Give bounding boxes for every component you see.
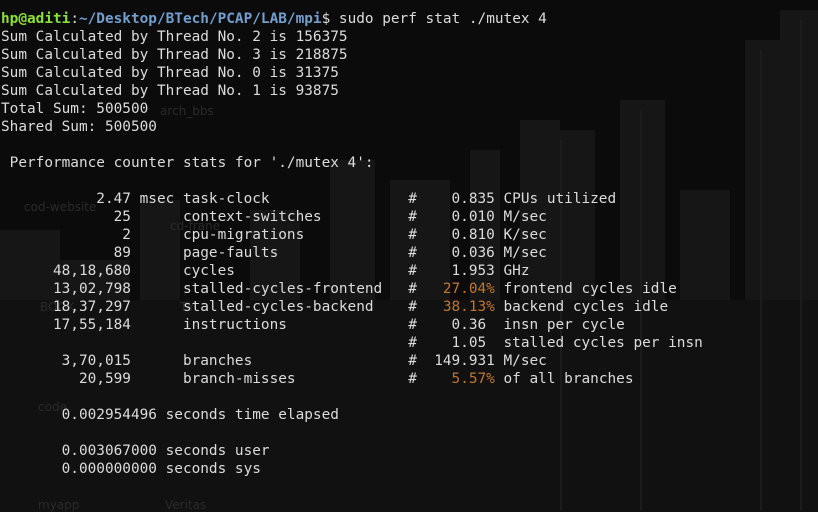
- stat-percent: 38.13%: [442, 299, 495, 315]
- time-user-line: 0.003067000 seconds user: [1, 443, 270, 459]
- perf-stat-line: 48,18,680 cycles # 1.953 GHz: [1, 262, 530, 280]
- prompt-separator: :: [70, 11, 79, 27]
- perf-stat-line: 2 cpu-migrations # 0.810 K/sec: [1, 226, 547, 244]
- perf-stat-line: 25 context-switches # 0.010 M/sec: [1, 208, 547, 226]
- prompt-symbol: $: [321, 11, 331, 27]
- stat-text: 2.47 msec task-clock # 0.835 CPUs utiliz…: [1, 191, 617, 207]
- time-elapsed-line: 0.002954496 seconds time elapsed: [1, 407, 339, 423]
- thread-sum-line: Sum Calculated by Thread No. 1 is 93875: [1, 83, 339, 99]
- perf-stat-line: 2.47 msec task-clock # 0.835 CPUs utiliz…: [1, 190, 616, 208]
- perf-header-line: Performance counter stats for './mutex 4…: [1, 155, 374, 171]
- stat-percent: 27.04%: [442, 281, 495, 297]
- command-text: sudo perf stat ./mutex 4: [330, 11, 547, 27]
- stat-text: 2 cpu-migrations # 0.810 K/sec: [1, 227, 547, 243]
- prompt-user-host: hp@aditi: [1, 11, 71, 27]
- perf-stat-line: 13,02,798 stalled-cycles-frontend # 27.0…: [1, 280, 677, 298]
- thread-sum-line: Sum Calculated by Thread No. 2 is 156375: [1, 29, 348, 45]
- stat-text: 25 context-switches # 0.010 M/sec: [1, 209, 547, 225]
- prompt-line: hp@aditi:~/Desktop/BTech/PCAP/LAB/mpi$ s…: [1, 10, 547, 28]
- stat-text: 20,599 branch-misses #: [1, 371, 452, 387]
- stat-text: 13,02,798 stalled-cycles-frontend #: [1, 281, 443, 297]
- stat-suffix: of all branches: [494, 371, 634, 387]
- total-sum-line: Total Sum: 500500: [1, 101, 149, 117]
- stat-text: 48,18,680 cycles # 1.953 GHz: [1, 263, 530, 279]
- stat-text: 89 page-faults # 0.036 M/sec: [1, 245, 547, 261]
- perf-stat-line: 3,70,015 branches # 149.931 M/sec: [1, 352, 547, 370]
- thread-sum-line: Sum Calculated by Thread No. 0 is 31375: [1, 65, 339, 81]
- shared-sum-line: Shared Sum: 500500: [1, 119, 157, 135]
- stat-suffix: backend cycles idle: [494, 299, 669, 315]
- prompt-path: ~/Desktop/BTech/PCAP/LAB/mpi: [78, 11, 322, 27]
- stat-text: # 1.05 stalled cycles per insn: [1, 335, 703, 351]
- stat-text: 18,37,297 stalled-cycles-backend #: [1, 299, 443, 315]
- perf-stat-line: 89 page-faults # 0.036 M/sec: [1, 244, 547, 262]
- perf-stat-line: # 1.05 stalled cycles per insn: [1, 334, 703, 352]
- thread-sum-line: Sum Calculated by Thread No. 3 is 218875: [1, 47, 348, 63]
- perf-stat-line: 18,37,297 stalled-cycles-backend # 38.13…: [1, 298, 668, 316]
- stat-text: 3,70,015 branches # 149.931 M/sec: [1, 353, 547, 369]
- stat-percent: 5.57%: [451, 371, 495, 387]
- time-sys-line: 0.000000000 seconds sys: [1, 461, 261, 477]
- perf-stat-line: 17,55,184 instructions # 0.36 insn per c…: [1, 316, 625, 334]
- terminal-window[interactable]: hp@aditi:~/Desktop/BTech/PCAP/LAB/mpi$ s…: [0, 0, 818, 512]
- stat-text: 17,55,184 instructions # 0.36 insn per c…: [1, 317, 625, 333]
- perf-stat-line: 20,599 branch-misses # 5.57% of all bran…: [1, 370, 634, 388]
- stat-suffix: frontend cycles idle: [494, 281, 677, 297]
